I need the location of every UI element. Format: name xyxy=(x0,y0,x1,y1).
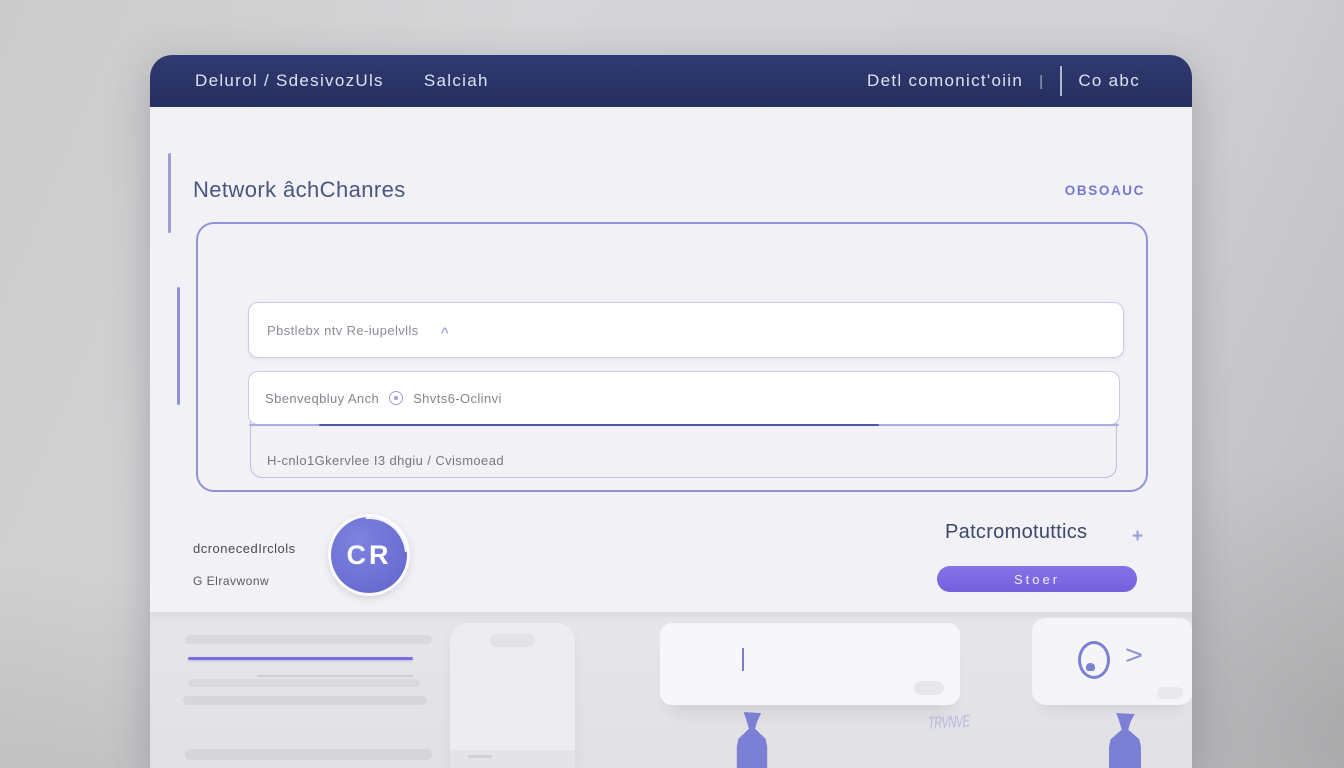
brand-title: Delurol / SdesivozUls xyxy=(195,71,384,91)
recipient-input-value: Pbstlebx ntv Re-iupelvlls xyxy=(267,323,419,338)
accent-line xyxy=(168,153,171,233)
badge-icon xyxy=(389,391,403,405)
status-text: Detl comonict'oiin xyxy=(867,71,1023,91)
text-cursor-icon: ^ xyxy=(441,324,450,340)
nav-item[interactable]: Salciah xyxy=(424,71,489,91)
skeleton-bar xyxy=(185,749,432,760)
active-underline xyxy=(188,657,413,660)
text-cursor xyxy=(742,648,744,671)
account-label: dcronecedIrclols xyxy=(193,541,296,556)
section-action-link[interactable]: OBSOAUC xyxy=(1065,183,1145,198)
accent-line xyxy=(177,287,180,405)
recipient-input[interactable]: Pbstlebx ntv Re-iupelvlls ^ xyxy=(248,302,1124,358)
card-footer-band xyxy=(450,750,575,768)
skeleton-bar xyxy=(185,635,432,644)
decorative-blob xyxy=(1157,687,1183,699)
store-button[interactable]: Stoer xyxy=(937,566,1137,592)
search-input[interactable]: Sbenveqbluy Anch Shvts6-Oclinvi xyxy=(248,371,1120,425)
add-icon[interactable]: + xyxy=(1132,526,1143,548)
watermark-text: TRVNVE xyxy=(928,713,970,733)
panel-title: Patcromotuttics xyxy=(945,521,1087,544)
brand-badge: CR xyxy=(331,517,407,593)
page-title: Network âchChanres xyxy=(193,177,406,203)
top-navbar: Delurol / SdesivozUls Salciah Detl comon… xyxy=(150,55,1192,107)
skeleton-bar xyxy=(183,696,427,705)
skeleton-bar xyxy=(468,755,492,758)
chevron-right-icon[interactable]: > xyxy=(1125,640,1143,671)
card-notch xyxy=(490,634,535,647)
decorative-blob xyxy=(914,681,944,695)
navbar-right: Detl comonict'oiin | Co abc xyxy=(867,66,1140,96)
divider-glyph: | xyxy=(1039,73,1044,90)
note-text: H-cnlo1Gkervlee I3 dhgiu / Cvismoead xyxy=(267,453,504,468)
divider-bar xyxy=(1060,66,1062,96)
search-input-value-left: Sbenveqbluy Anch xyxy=(265,391,379,406)
input-card[interactable] xyxy=(660,623,960,705)
preview-card[interactable] xyxy=(450,623,575,768)
search-input-value-right: Shvts6-Oclinvi xyxy=(413,391,502,406)
input-underline-focus xyxy=(319,424,879,427)
skeleton-bar xyxy=(188,679,420,687)
action-card[interactable]: > xyxy=(1032,618,1192,705)
account-sublabel: G Elravwonw xyxy=(193,574,269,588)
navbar-left: Delurol / SdesivozUls Salciah xyxy=(195,71,489,91)
brand-badge-letters: CR xyxy=(347,540,392,571)
main-window: Delurol / SdesivozUls Salciah Detl comon… xyxy=(150,55,1192,768)
avatar-ring-icon xyxy=(1078,641,1110,679)
account-menu[interactable]: Co abc xyxy=(1078,71,1140,91)
skeleton-line xyxy=(257,675,413,677)
